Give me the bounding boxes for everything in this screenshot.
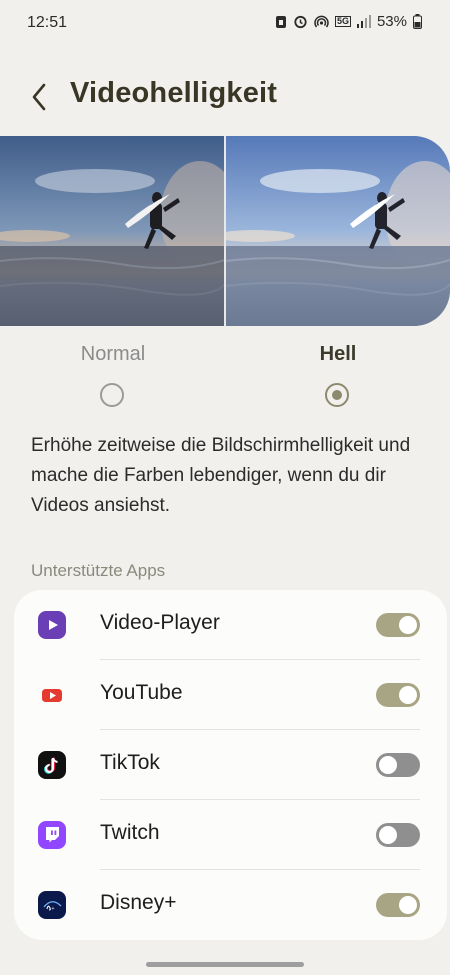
alarm-icon <box>293 14 308 29</box>
description-text: Erhöhe zeitweise die Bildschirmhelligkei… <box>31 435 411 516</box>
toggle-knob <box>379 756 397 774</box>
list-item-twitch[interactable]: Twitch <box>14 800 447 870</box>
preview-hell <box>225 136 450 326</box>
option-normal-label: Normal <box>80 343 146 365</box>
list-item-youtube[interactable]: YouTube <box>14 660 447 730</box>
twitch-toggle[interactable] <box>376 823 420 847</box>
list-item-disney-plus[interactable]: + Disney+ <box>14 870 447 940</box>
toggle-knob <box>379 826 397 844</box>
tiktok-icon <box>38 751 66 779</box>
youtube-toggle[interactable] <box>376 683 420 707</box>
signal-icon <box>356 15 371 28</box>
app-name: Video-Player <box>100 611 220 634</box>
twitch-icon <box>38 821 66 849</box>
toggle-knob <box>399 686 417 704</box>
status-time: 12:51 <box>27 14 68 31</box>
video-player-icon <box>38 611 66 639</box>
disney-plus-toggle[interactable] <box>376 893 420 917</box>
sim-icon <box>275 15 287 29</box>
network-type-icon: 5G <box>334 16 351 27</box>
list-item-tiktok[interactable]: TikTok <box>14 730 447 800</box>
section-title: Unterstützte Apps <box>31 561 166 580</box>
battery-percent: 53% <box>376 13 407 30</box>
app-name: Disney+ <box>100 891 177 914</box>
brightness-preview-image <box>0 136 450 326</box>
page-title: Videohelligkeit <box>70 77 278 109</box>
chevron-left-icon <box>32 83 46 111</box>
toggle-knob <box>399 896 417 914</box>
app-name: TikTok <box>100 751 160 774</box>
preview-normal <box>0 136 225 326</box>
svg-text:+: + <box>52 906 55 912</box>
supported-apps-list: Video-Player YouTube TikTok Twitch + Dis… <box>14 590 447 940</box>
option-hell-radio[interactable] <box>325 383 349 407</box>
hotspot-icon <box>314 14 329 29</box>
list-item-video-player[interactable]: Video-Player <box>14 590 447 660</box>
preview-divider <box>224 136 226 326</box>
status-icons: 5G 53% <box>275 13 422 30</box>
option-normal-radio[interactable] <box>100 383 124 407</box>
tiktok-toggle[interactable] <box>376 753 420 777</box>
battery-icon <box>413 14 422 29</box>
toggle-knob <box>399 616 417 634</box>
app-name: Twitch <box>100 821 160 844</box>
option-hell-label: Hell <box>319 343 357 365</box>
app-name: YouTube <box>100 681 183 704</box>
home-indicator[interactable] <box>146 962 304 967</box>
status-bar: 12:51 5G 53% <box>0 0 450 46</box>
youtube-icon <box>38 681 66 709</box>
disney-plus-icon: + <box>38 891 66 919</box>
back-button[interactable] <box>26 80 54 114</box>
video-player-toggle[interactable] <box>376 613 420 637</box>
